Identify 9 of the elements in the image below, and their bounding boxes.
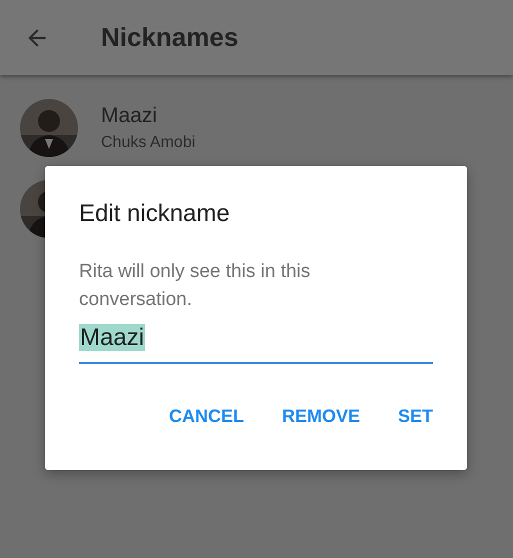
dialog-message: Rita will only see this in this conversation.: [79, 260, 312, 312]
dialog-title: Edit nickname: [79, 200, 231, 228]
nickname-field[interactable]: Maazi: [79, 324, 433, 364]
dialog-button[interactable]: SET: [394, 402, 437, 431]
dialog-button[interactable]: CANCEL: [164, 402, 248, 431]
dialog-button[interactable]: REMOVE: [278, 402, 364, 431]
screen-title: Nicknames: [101, 22, 238, 53]
contact-name: Chuks Amobi: [101, 134, 196, 152]
contact-nickname: Maazi: [101, 104, 158, 128]
